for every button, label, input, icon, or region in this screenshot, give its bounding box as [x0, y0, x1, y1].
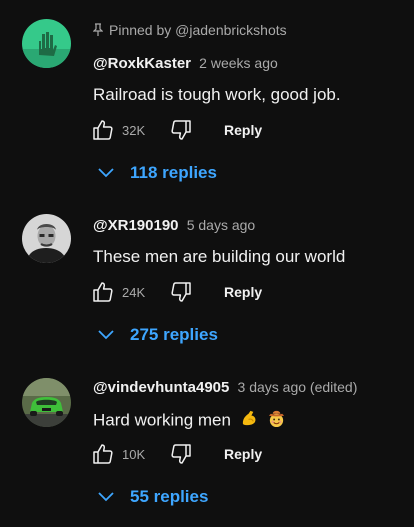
- comment-text-body: Hard working men: [93, 410, 231, 430]
- pinned-label: Pinned by @jadenbrickshots: [109, 22, 287, 38]
- thumbs-up-icon: [93, 120, 113, 140]
- dislike-button[interactable]: [168, 117, 194, 143]
- like-button[interactable]: [90, 117, 116, 143]
- pin-icon: [93, 23, 103, 36]
- dislike-button[interactable]: [168, 279, 194, 305]
- comment-time[interactable]: 2 weeks ago: [199, 55, 278, 71]
- comment-meta: @XR190190 5 days ago: [93, 217, 255, 234]
- view-replies-button[interactable]: 55 replies: [98, 485, 208, 509]
- comment-time[interactable]: 5 days ago: [187, 217, 256, 233]
- thumbs-up-icon: [93, 444, 113, 464]
- pinned-indicator: Pinned by @jadenbrickshots: [93, 22, 287, 38]
- like-button[interactable]: [90, 279, 116, 305]
- green-hand-avatar-icon: [22, 19, 71, 68]
- author-name[interactable]: @XR190190: [93, 217, 179, 234]
- thumbs-down-icon: [171, 282, 191, 302]
- comment-text: Railroad is tough work, good job.: [93, 85, 341, 104]
- like-button[interactable]: [90, 441, 116, 467]
- thumbs-down-icon: [171, 120, 191, 140]
- comment-item: Pinned by @jadenbrickshots @RoxkKaster 2…: [0, 0, 414, 182]
- reply-button[interactable]: Reply: [224, 446, 262, 462]
- replies-label: 55 replies: [130, 487, 209, 506]
- author-name[interactable]: @vindevhunta4905: [93, 379, 229, 396]
- avatar[interactable]: [22, 378, 71, 427]
- avatar[interactable]: [22, 214, 71, 263]
- comment-item: @vindevhunta4905 3 days ago (edited) Har…: [0, 324, 414, 506]
- like-count: 10K: [122, 446, 146, 462]
- comment-actions: 10K Reply: [90, 441, 390, 467]
- reply-button[interactable]: Reply: [224, 284, 262, 300]
- like-count: 24K: [122, 284, 146, 300]
- thumbs-down-icon: [171, 444, 191, 464]
- comment-item: @XR190190 5 days ago These men are build…: [0, 162, 414, 344]
- like-count: 32K: [122, 122, 146, 138]
- green-car-avatar-icon: [22, 378, 71, 427]
- comment-text: Hard working men: [93, 409, 286, 433]
- portrait-avatar-icon: [22, 214, 71, 263]
- comment-actions: 24K Reply: [90, 279, 390, 305]
- dislike-button[interactable]: [168, 441, 194, 467]
- comment-time[interactable]: 3 days ago (edited): [238, 379, 358, 395]
- thumbs-up-icon: [93, 282, 113, 302]
- comment-meta: @vindevhunta4905 3 days ago (edited): [93, 379, 357, 396]
- flexed-biceps-emoji-icon: [240, 409, 259, 433]
- chevron-down-icon: [98, 492, 114, 502]
- face-with-cowboy-hat-emoji-icon: [267, 409, 286, 433]
- comment-meta: @RoxkKaster 2 weeks ago: [93, 55, 278, 72]
- author-name[interactable]: @RoxkKaster: [93, 55, 191, 72]
- comment-actions: 32K Reply: [90, 117, 390, 143]
- reply-button[interactable]: Reply: [224, 122, 262, 138]
- avatar[interactable]: [22, 19, 71, 68]
- comment-text: These men are building our world: [93, 247, 346, 266]
